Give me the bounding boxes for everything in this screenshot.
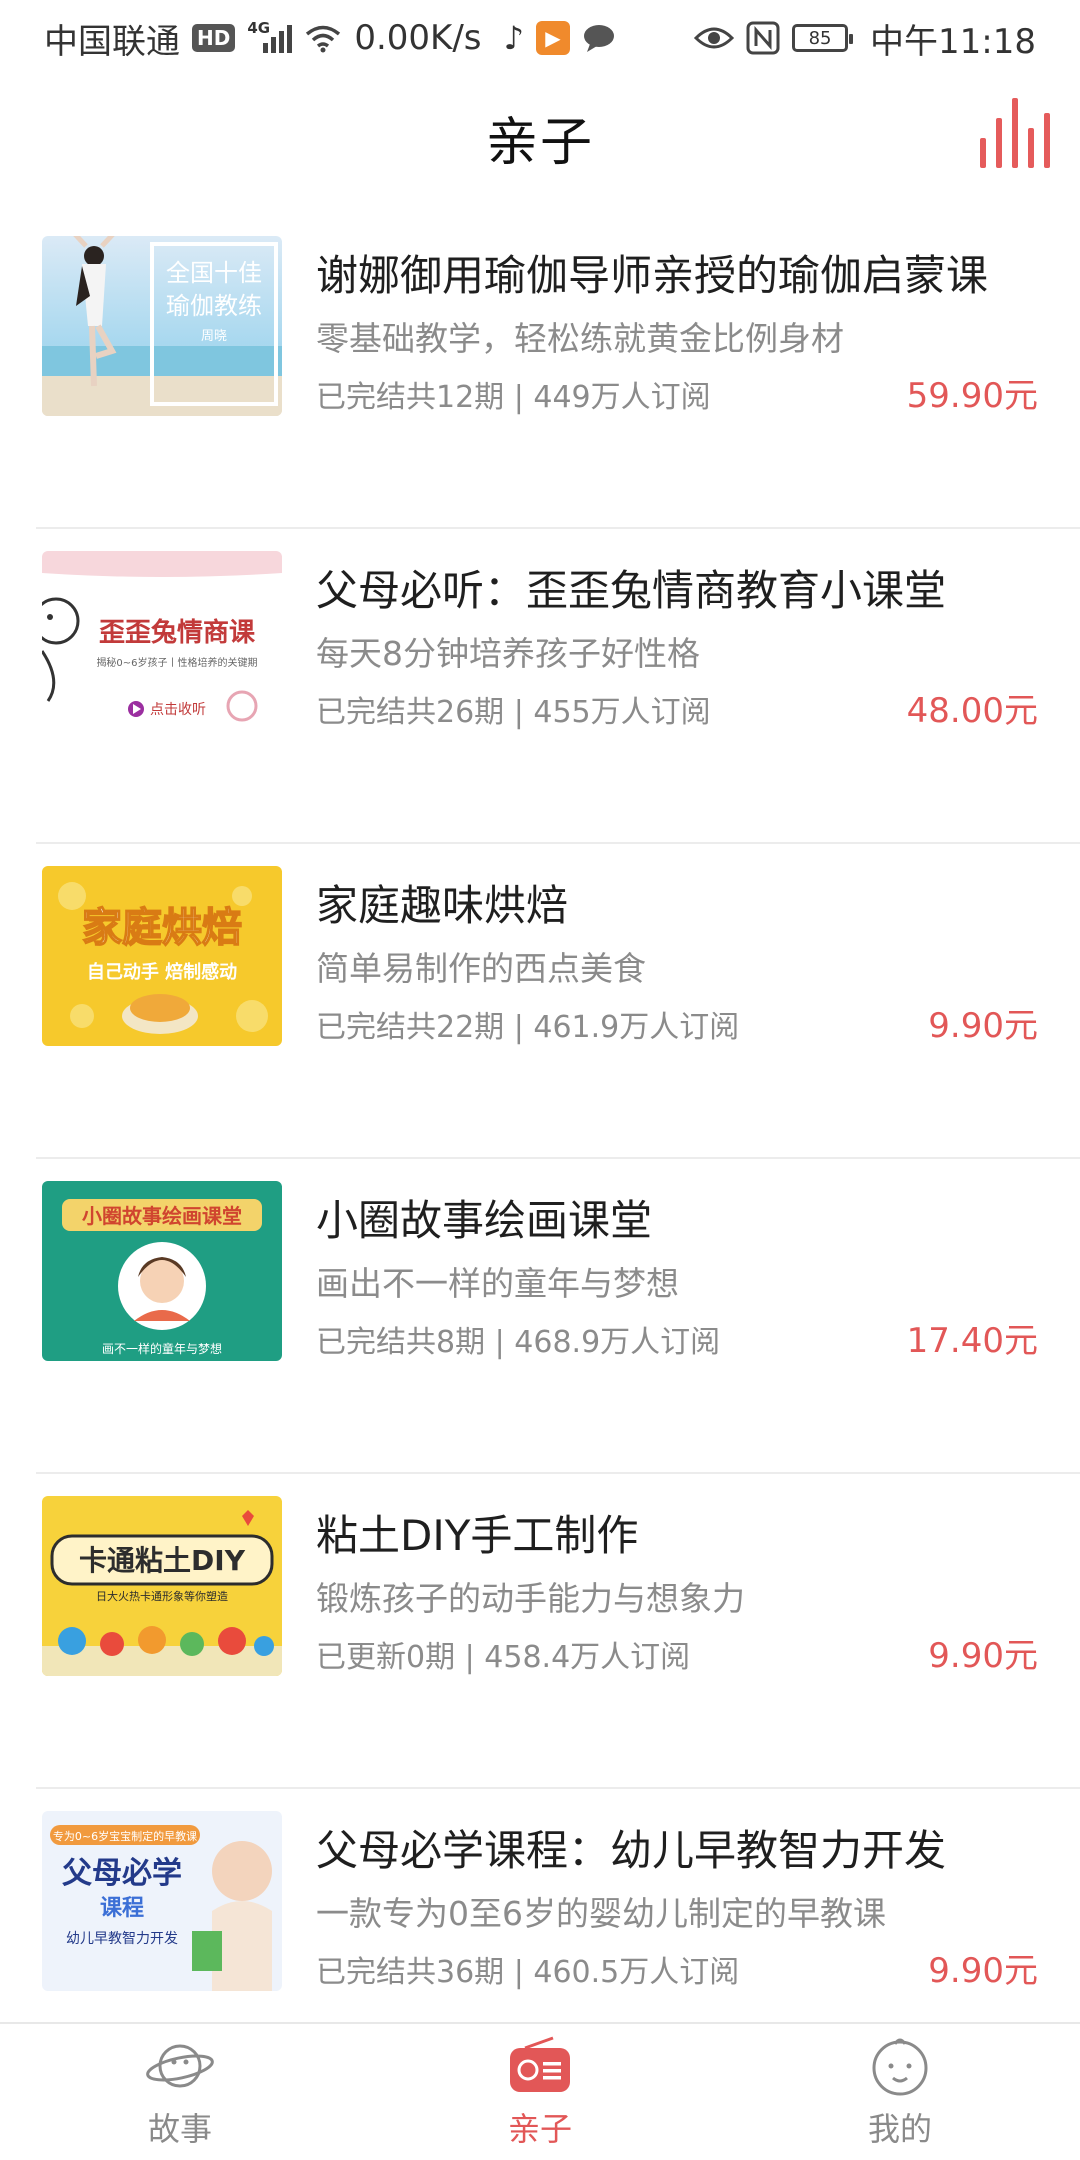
course-item[interactable]: 歪歪兔情商课 揭秘0~6岁孩子丨性格培养的关键期 点击收听 父母必听：歪歪兔情商… (0, 529, 1080, 844)
hd-badge: HD (192, 24, 236, 52)
course-title: 谢娜御用瑜伽导师亲授的瑜伽启蒙课 (316, 251, 989, 300)
course-subtitle: 一款专为0至6岁的婴幼儿制定的早教课 (316, 1894, 886, 1933)
network-type: 4G (247, 19, 271, 37)
eye-icon (694, 27, 735, 49)
course-meta: 已完结共8期 | 468.9万人订阅 (316, 1325, 721, 1360)
course-subtitle: 画出不一样的童年与梦想 (316, 1264, 679, 1303)
course-price: 59.90元 (906, 376, 1038, 416)
battery-level: 85 (808, 27, 832, 49)
clock: 中午11:18 (870, 21, 1036, 62)
nav-item-parenting[interactable]: 亲子 (410, 2034, 670, 2150)
svg-text:父母必学: 父母必学 (62, 1856, 182, 1891)
status-right: 85 中午11:18 (694, 14, 1036, 63)
svg-text:周晓: 周晓 (201, 329, 227, 344)
radio-icon (510, 2036, 570, 2092)
svg-text:小圈故事绘画课堂: 小圈故事绘画课堂 (82, 1204, 242, 1228)
svg-text:揭秘0~6岁孩子丨性格培养的关键期: 揭秘0~6岁孩子丨性格培养的关键期 (96, 656, 257, 669)
course-title: 小圈故事绘画课堂 (316, 1196, 653, 1245)
wifi-icon (306, 25, 341, 53)
course-price: 9.90元 (928, 1636, 1038, 1676)
svg-text:专为0~6岁宝宝制定的早教课: 专为0~6岁宝宝制定的早教课 (53, 1829, 197, 1843)
course-meta: 已完结共22期 | 461.9万人订阅 (316, 1010, 740, 1045)
network-speed: 0.00K/s (354, 18, 482, 58)
bar-chart-icon[interactable] (980, 98, 1050, 168)
course-thumbnail[interactable]: 专为0~6岁宝宝制定的早教课 父母必学 课程 幼儿早教智力开发 (42, 1811, 282, 1991)
nav-item-story[interactable]: 故事 (50, 2034, 310, 2150)
nav-label: 我的 (867, 2110, 932, 2148)
course-meta: 已完结共36期 | 460.5万人订阅 (316, 1955, 740, 1990)
svg-text:歪歪兔情商课: 歪歪兔情商课 (99, 617, 256, 648)
nav-label: 故事 (147, 2110, 212, 2148)
course-title: 粘土DIY手工制作 (316, 1511, 639, 1560)
header: 亲子 (0, 76, 1080, 196)
course-item[interactable]: 卡通粘土DIY 日大火热卡通形象等你塑造 粘土DIY手工制作 锻炼孩子的动手能力… (0, 1474, 1080, 1789)
nav-label: 亲子 (507, 2110, 572, 2148)
svg-text:幼儿早教智力开发: 幼儿早教智力开发 (66, 1931, 178, 1947)
course-thumbnail[interactable]: 全国十佳 瑜伽教练 周晓 (42, 236, 282, 416)
signal-icon: 4G (247, 19, 293, 53)
svg-text:瑜伽教练: 瑜伽教练 (166, 292, 262, 320)
course-thumbnail[interactable]: 小圈故事绘画课堂 画不一样的童年与梦想 (42, 1181, 282, 1361)
video-app-icon: ▶ (535, 21, 570, 55)
course-price: 48.00元 (906, 691, 1038, 731)
course-meta: 已完结共26期 | 455万人订阅 (316, 695, 711, 730)
svg-text:画不一样的童年与梦想: 画不一样的童年与梦想 (102, 1341, 222, 1356)
course-title: 家庭趣味烘焙 (316, 881, 569, 930)
status-bar: 中国联通 HD 4G 0.00K/s ♪ ▶ 85 中午11:18 (0, 0, 1080, 76)
course-title: 父母必学课程：幼儿早教智力开发 (316, 1826, 947, 1875)
course-price: 17.40元 (906, 1321, 1038, 1361)
bottom-nav: 故事 亲子 我的 (0, 2022, 1080, 2160)
page-title: 亲子 (485, 113, 594, 173)
planet-icon (146, 2044, 214, 2088)
svg-text:全国十佳: 全国十佳 (166, 259, 262, 287)
course-subtitle: 每天8分钟培养孩子好性格 (316, 634, 700, 673)
carrier-name: 中国联通 (44, 21, 180, 62)
course-thumbnail[interactable]: 卡通粘土DIY 日大火热卡通形象等你塑造 (42, 1496, 282, 1676)
course-price: 9.90元 (928, 1951, 1038, 1991)
battery-icon: 85 (792, 24, 854, 52)
nfc-icon (746, 21, 780, 55)
early-education-thumbnail-image: 专为0~6岁宝宝制定的早教课 父母必学 课程 幼儿早教智力开发 (42, 1811, 282, 1991)
svg-text:自己动手 焙制感动: 自己动手 焙制感动 (87, 961, 237, 983)
course-title: 父母必听：歪歪兔情商教育小课堂 (316, 566, 947, 615)
svg-text:卡通粘土DIY: 卡通粘土DIY (79, 1544, 246, 1577)
baby-face-icon (872, 2038, 928, 2096)
course-subtitle: 锻炼孩子的动手能力与想象力 (316, 1579, 745, 1618)
yoga-thumbnail-image: 全国十佳 瑜伽教练 周晓 (42, 236, 282, 416)
course-thumbnail[interactable]: 家庭烘焙 自己动手 焙制感动 (42, 866, 282, 1046)
svg-text:日大火热卡通形象等你塑造: 日大火热卡通形象等你塑造 (96, 1589, 228, 1603)
course-item[interactable]: 家庭烘焙 自己动手 焙制感动 家庭趣味烘焙 简单易制作的西点美食 已完结共22期… (0, 844, 1080, 1159)
course-meta: 已更新0期 | 458.4万人订阅 (316, 1640, 691, 1675)
svg-text:点击收听: 点击收听 (150, 702, 206, 718)
course-list: 全国十佳 瑜伽教练 周晓 谢娜御用瑜伽导师亲授的瑜伽启蒙课 零基础教学，轻松练就… (0, 214, 1080, 2104)
nav-item-mine[interactable]: 我的 (770, 2034, 1030, 2150)
music-note-icon: ♪ (503, 19, 524, 57)
course-item[interactable]: 小圈故事绘画课堂 画不一样的童年与梦想 小圈故事绘画课堂 画出不一样的童年与梦想… (0, 1159, 1080, 1474)
rabbit-thumbnail-image: 歪歪兔情商课 揭秘0~6岁孩子丨性格培养的关键期 点击收听 (42, 551, 282, 731)
course-subtitle: 零基础教学，轻松练就黄金比例身材 (316, 319, 844, 358)
chat-bubble-icon (583, 25, 614, 52)
status-left: 中国联通 HD 4G 0.00K/s ♪ ▶ (44, 14, 616, 63)
course-subtitle: 简单易制作的西点美食 (316, 949, 646, 988)
course-thumbnail[interactable]: 歪歪兔情商课 揭秘0~6岁孩子丨性格培养的关键期 点击收听 (42, 551, 282, 731)
clay-thumbnail-image: 卡通粘土DIY 日大火热卡通形象等你塑造 (42, 1496, 282, 1676)
course-meta: 已完结共12期 | 449万人订阅 (316, 380, 711, 415)
drawing-thumbnail-image: 小圈故事绘画课堂 画不一样的童年与梦想 (42, 1181, 282, 1361)
baking-thumbnail-image: 家庭烘焙 自己动手 焙制感动 (42, 866, 282, 1046)
svg-text:课程: 课程 (100, 1896, 144, 1921)
svg-text:家庭烘焙: 家庭烘焙 (82, 905, 242, 951)
course-price: 9.90元 (928, 1006, 1038, 1046)
course-item[interactable]: 全国十佳 瑜伽教练 周晓 谢娜御用瑜伽导师亲授的瑜伽启蒙课 零基础教学，轻松练就… (0, 214, 1080, 529)
